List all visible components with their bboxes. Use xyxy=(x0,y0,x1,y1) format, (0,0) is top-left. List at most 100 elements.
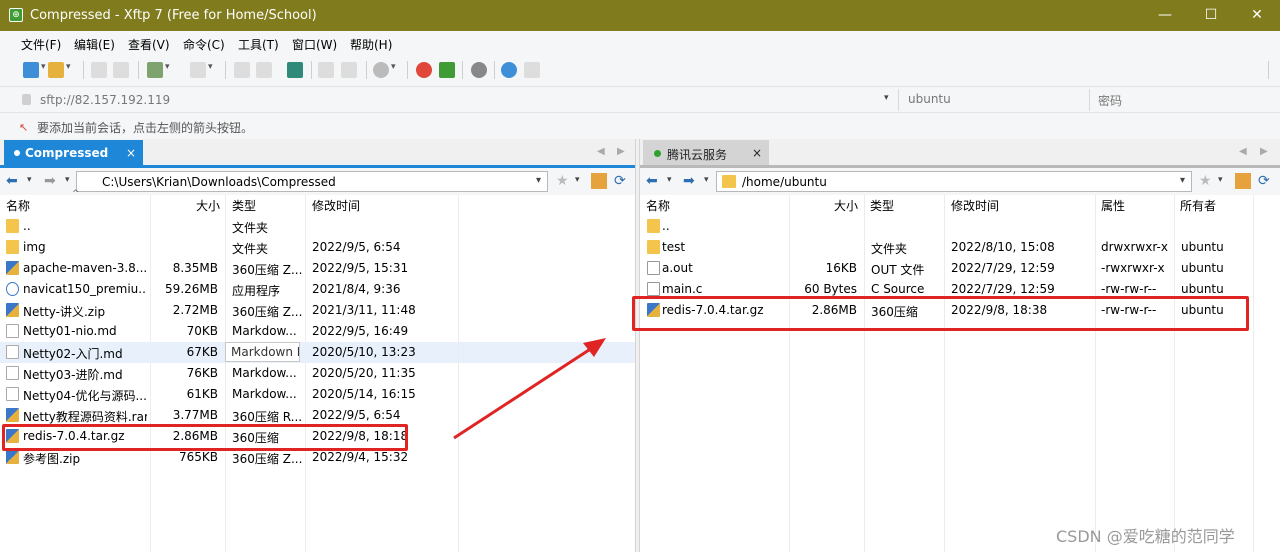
new-tab-icon[interactable] xyxy=(147,62,170,78)
file-row[interactable]: test 文件夹 2022/8/10, 15:08 drwxrwxr-x ubuntu xyxy=(641,237,1280,258)
tab-close-icon[interactable]: × xyxy=(126,146,136,160)
path-dropdown-icon[interactable]: ▾ xyxy=(1180,175,1185,186)
path-dropdown-icon[interactable]: ▾ xyxy=(536,175,541,186)
menu-help[interactable]: 帮助(H) xyxy=(350,36,392,53)
forward-arrow-icon[interactable]: ➡ xyxy=(44,173,56,189)
username-input[interactable]: ubuntu xyxy=(908,92,951,106)
tab-next-icon[interactable]: ▶ xyxy=(617,146,625,157)
chat-icon[interactable] xyxy=(524,62,540,78)
host-input[interactable]: sftp://82.157.192.119 xyxy=(40,93,170,107)
file-row[interactable]: a.out 16KB OUT 文件 2022/7/29, 12:59 -rwxrwxr-… xyxy=(641,258,1280,279)
col-size[interactable]: 大小 xyxy=(196,197,220,214)
back-dropdown-icon[interactable]: ▾ xyxy=(27,175,32,185)
col-modified[interactable]: 修改时间 xyxy=(312,197,360,214)
menu-window[interactable]: 窗口(W) xyxy=(292,36,337,53)
back-arrow-icon[interactable]: ⬅ xyxy=(6,173,18,189)
address-separator xyxy=(1089,89,1090,111)
menu-command[interactable]: 命令(C) xyxy=(183,36,225,53)
help-icon[interactable] xyxy=(501,62,517,78)
refresh-icon[interactable]: ⟳ xyxy=(614,173,626,189)
back-arrow-icon[interactable]: ⬅ xyxy=(646,173,658,189)
folder-icon xyxy=(6,219,19,233)
open-folder-icon[interactable] xyxy=(48,62,71,78)
back-dropdown-icon[interactable]: ▾ xyxy=(667,175,672,185)
home-folder-icon[interactable] xyxy=(1235,173,1251,189)
refresh-icon[interactable]: ⟳ xyxy=(1258,173,1270,189)
terminal-icon[interactable] xyxy=(190,62,213,78)
col-size[interactable]: 大小 xyxy=(834,197,858,214)
remote-path-field[interactable]: /home/ubuntu ▾ xyxy=(716,171,1192,192)
col-type[interactable]: 类型 xyxy=(232,197,256,214)
file-row[interactable]: img 文件夹 2022/9/5, 6:54 xyxy=(0,237,635,258)
favorite-dropdown-icon[interactable]: ▾ xyxy=(1218,175,1223,185)
status-icon[interactable] xyxy=(373,62,396,78)
col-type[interactable]: 类型 xyxy=(870,197,894,214)
file-size: 60 Bytes xyxy=(804,282,857,296)
column-end-line xyxy=(458,195,459,552)
col-name[interactable]: 名称 xyxy=(646,197,670,214)
sync-icon[interactable] xyxy=(287,62,303,78)
column-header: 名称 大小 类型 修改时间 属性 所有者 xyxy=(641,195,1280,552)
menu-view[interactable]: 查看(V) xyxy=(128,36,170,53)
remote-file-list[interactable]: 名称 大小 类型 修改时间 属性 所有者 .. test 文件夹 2022/8/10,… xyxy=(641,195,1280,552)
menu-tools[interactable]: 工具(T) xyxy=(238,36,279,53)
file-size: 2.72MB xyxy=(172,303,218,317)
paste-icon[interactable] xyxy=(341,62,357,78)
password-input[interactable]: 密码 xyxy=(1098,92,1122,109)
file-name: apache-maven-3.8.... xyxy=(23,261,147,275)
disconnect-icon[interactable] xyxy=(113,62,129,78)
file-name: Netty教程源码资料.rar xyxy=(23,410,147,424)
favorite-dropdown-icon[interactable]: ▾ xyxy=(575,175,580,185)
file-row[interactable]: Netty03-进阶.md 76KB Markdow... 2020/5/20, 11… xyxy=(0,363,635,384)
file-modified: 2020/5/14, 16:15 xyxy=(312,387,416,401)
forward-arrow-icon[interactable]: ➡ xyxy=(683,173,695,189)
home-folder-icon[interactable] xyxy=(591,173,607,189)
tab-compressed[interactable]: Compressed × xyxy=(4,140,143,166)
forward-dropdown-icon[interactable]: ▾ xyxy=(704,175,709,185)
menu-edit[interactable]: 编辑(E) xyxy=(74,36,115,53)
file-size: 70KB xyxy=(186,324,218,338)
upload-icon[interactable] xyxy=(256,62,272,78)
favorite-star-icon[interactable]: ★ xyxy=(1199,173,1212,189)
file-row[interactable]: Netty-讲义.zip 2.72MB 360压缩 Z... 2021/3/11, 1… xyxy=(0,300,635,321)
file-row[interactable]: .. 文件夹 xyxy=(0,216,635,237)
minimize-button[interactable]: — xyxy=(1142,0,1188,31)
col-modified[interactable]: 修改时间 xyxy=(951,197,999,214)
tab-close-icon[interactable]: × xyxy=(752,146,762,160)
tab-prev-icon[interactable]: ◀ xyxy=(1239,146,1247,157)
file-row[interactable]: navicat150_premiu... 59.26MB 应用程序 2021/8/4,… xyxy=(0,279,635,300)
col-attributes[interactable]: 属性 xyxy=(1101,197,1125,214)
file-size: 67KB xyxy=(186,345,218,359)
close-button[interactable]: ✕ xyxy=(1234,0,1280,31)
file-row[interactable]: .. xyxy=(641,216,1280,237)
file-modified: 2022/9/4, 15:32 xyxy=(312,450,409,464)
file-modified: 2022/9/5, 16:49 xyxy=(312,324,409,338)
settings-gear-icon[interactable] xyxy=(471,62,487,78)
new-session-icon[interactable] xyxy=(23,62,46,78)
xshell-icon[interactable] xyxy=(416,62,432,78)
local-path-field[interactable]: C:\Users\Krian\Downloads\Compressed ▾ xyxy=(76,171,548,192)
connect-icon[interactable] xyxy=(91,62,107,78)
favorite-star-icon[interactable]: ★ xyxy=(556,173,569,189)
tab-next-icon[interactable]: ▶ xyxy=(1260,146,1268,157)
xftp-icon[interactable] xyxy=(439,62,455,78)
local-file-list[interactable]: ^ 名称 大小 类型 修改时间 .. 文件夹 img 文件夹 2022/9/5, 6:5… xyxy=(0,189,635,552)
col-owner[interactable]: 所有者 xyxy=(1180,197,1216,214)
file-row[interactable]: Netty02-入门.md67KBMarkdow...2020/5/10, 13… xyxy=(0,342,635,363)
host-dropdown-icon[interactable]: ▾ xyxy=(884,93,889,103)
forward-dropdown-icon[interactable]: ▾ xyxy=(65,175,70,185)
copy-icon[interactable] xyxy=(318,62,334,78)
pane-splitter[interactable] xyxy=(635,139,640,552)
file-row[interactable]: apache-maven-3.8.... 8.35MB 360压缩 Z... 2022… xyxy=(0,258,635,279)
maximize-button[interactable]: ☐ xyxy=(1188,0,1234,31)
menu-file[interactable]: 文件(F) xyxy=(21,36,61,53)
col-name[interactable]: 名称 xyxy=(6,197,30,214)
tab-tencent-cloud[interactable]: 腾讯云服务 × xyxy=(643,140,769,166)
file-row[interactable]: Netty04-优化与源码... 61KB Markdow... 2020/5/14,… xyxy=(0,384,635,405)
local-path: C:\Users\Krian\Downloads\Compressed xyxy=(102,175,336,189)
file-row[interactable]: Netty教程源码资料.rar 3.77MB 360压缩 R... 2022/9/5,… xyxy=(0,405,635,426)
file-row[interactable]: Netty01-nio.md 70KB Markdow... 2022/9/5, 16… xyxy=(0,321,635,342)
arrow-hint-icon[interactable]: ↖ xyxy=(19,121,28,134)
tab-prev-icon[interactable]: ◀ xyxy=(597,146,605,157)
download-icon[interactable] xyxy=(234,62,250,78)
